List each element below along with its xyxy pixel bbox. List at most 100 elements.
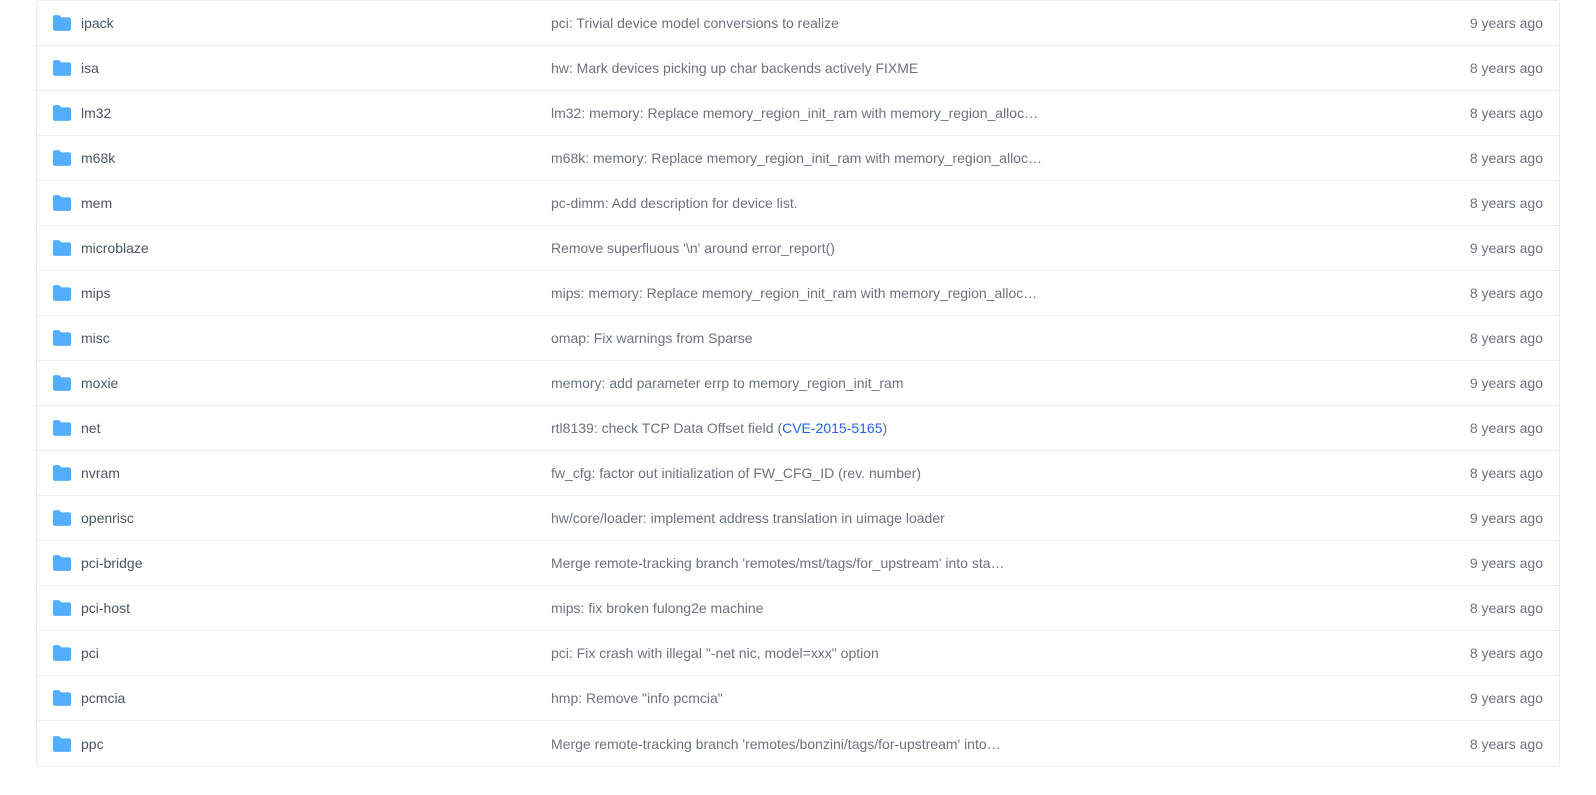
folder-icon-cell [53, 14, 81, 32]
folder-link[interactable]: pcmcia [81, 690, 125, 706]
table-row: openrisc hw/core/loader: implement addres… [37, 496, 1559, 541]
table-row: moxie memory: add parameter errp to memor… [37, 361, 1559, 406]
folder-icon [53, 239, 71, 257]
folder-icon-cell [53, 689, 81, 707]
commit-age: 8 years ago [1433, 600, 1543, 616]
commit-message-cell: pci: Fix crash with illegal "-net nic, m… [551, 645, 1433, 661]
commit-message-link[interactable]: Remove superfluous '\n' around error_rep… [551, 240, 835, 256]
folder-link[interactable]: openrisc [81, 510, 134, 526]
table-row: isa hw: Mark devices picking up char back… [37, 46, 1559, 91]
commit-message-link[interactable]: m68k: memory: Replace memory_region_init… [551, 150, 1042, 166]
folder-icon [53, 374, 71, 392]
table-row: microblaze Remove superfluous '\n' around… [37, 226, 1559, 271]
commit-message-link[interactable]: pci: Fix crash with illegal "-net nic, m… [551, 645, 879, 661]
folder-icon [53, 329, 71, 347]
file-name-cell: mips [81, 285, 551, 301]
commit-message-link[interactable]: pci: Trivial device model conversions to… [551, 15, 839, 31]
folder-icon [53, 689, 71, 707]
folder-icon-cell [53, 329, 81, 347]
folder-icon [53, 14, 71, 32]
folder-icon [53, 599, 71, 617]
folder-icon-cell [53, 599, 81, 617]
commit-message-link[interactable]: fw_cfg: factor out initialization of FW_… [551, 465, 921, 481]
folder-icon-cell [53, 644, 81, 662]
folder-link[interactable]: pci-host [81, 600, 130, 616]
commit-message-link[interactable]: Merge remote-tracking branch 'remotes/bo… [551, 736, 1001, 752]
folder-link[interactable]: pci [81, 645, 99, 661]
folder-link[interactable]: m68k [81, 150, 115, 166]
folder-icon [53, 464, 71, 482]
folder-icon-cell [53, 194, 81, 212]
file-name-cell: ppc [81, 736, 551, 752]
commit-message-cell: rtl8139: check TCP Data Offset field (CV… [551, 420, 1433, 436]
commit-age: 8 years ago [1433, 465, 1543, 481]
folder-icon-cell [53, 284, 81, 302]
file-name-cell: isa [81, 60, 551, 76]
commit-message-link[interactable]: hmp: Remove "info pcmcia" [551, 690, 723, 706]
commit-message-link[interactable]: lm32: memory: Replace memory_region_init… [551, 105, 1038, 121]
folder-link[interactable]: microblaze [81, 240, 149, 256]
folder-icon [53, 644, 71, 662]
commit-message-link[interactable]: mips: memory: Replace memory_region_init… [551, 285, 1037, 301]
commit-age: 8 years ago [1433, 420, 1543, 436]
folder-link[interactable]: mem [81, 195, 112, 211]
folder-icon-cell [53, 735, 81, 753]
commit-message-link[interactable]: Merge remote-tracking branch 'remotes/ms… [551, 555, 1005, 571]
file-name-cell: pci-bridge [81, 555, 551, 571]
folder-icon-cell [53, 149, 81, 167]
commit-message-cell: Remove superfluous '\n' around error_rep… [551, 240, 1433, 256]
commit-message-cell: pci: Trivial device model conversions to… [551, 15, 1433, 31]
commit-age: 8 years ago [1433, 105, 1543, 121]
folder-icon-cell [53, 464, 81, 482]
folder-link[interactable]: moxie [81, 375, 118, 391]
folder-link[interactable]: mips [81, 285, 111, 301]
commit-message-cell: mips: fix broken fulong2e machine [551, 600, 1433, 616]
commit-message-link[interactable]: mips: fix broken fulong2e machine [551, 600, 763, 616]
commit-age: 8 years ago [1433, 285, 1543, 301]
table-row: mips mips: memory: Replace memory_region_… [37, 271, 1559, 316]
commit-message-link[interactable]: omap: Fix warnings from Sparse [551, 330, 753, 346]
commit-age: 9 years ago [1433, 510, 1543, 526]
file-name-cell: misc [81, 330, 551, 346]
file-list: ipack pci: Trivial device model conversio… [36, 0, 1560, 767]
folder-icon-cell [53, 419, 81, 437]
folder-icon [53, 104, 71, 122]
file-name-cell: openrisc [81, 510, 551, 526]
commit-message-cell: hw: Mark devices picking up char backend… [551, 60, 1433, 76]
commit-message-cell: memory: add parameter errp to memory_reg… [551, 375, 1433, 391]
folder-link[interactable]: ipack [81, 15, 114, 31]
folder-link[interactable]: nvram [81, 465, 120, 481]
folder-link[interactable]: isa [81, 60, 99, 76]
commit-message-link[interactable]: hw: Mark devices picking up char backend… [551, 60, 918, 76]
folder-link[interactable]: net [81, 420, 100, 436]
folder-icon [53, 554, 71, 572]
file-name-cell: pci [81, 645, 551, 661]
table-row: m68k m68k: memory: Replace memory_region_… [37, 136, 1559, 181]
folder-icon-cell [53, 554, 81, 572]
commit-message-link[interactable]: pc-dimm: Add description for device list… [551, 195, 798, 211]
issue-link[interactable]: CVE-2015-5165 [782, 420, 882, 436]
commit-message-cell: hw/core/loader: implement address transl… [551, 510, 1433, 526]
folder-link[interactable]: ppc [81, 736, 104, 752]
table-row: misc omap: Fix warnings from Sparse 8 year… [37, 316, 1559, 361]
table-row: pci-host mips: fix broken fulong2e machin… [37, 586, 1559, 631]
commit-age: 9 years ago [1433, 375, 1543, 391]
folder-link[interactable]: misc [81, 330, 110, 346]
commit-message-cell: fw_cfg: factor out initialization of FW_… [551, 465, 1433, 481]
commit-age: 9 years ago [1433, 555, 1543, 571]
commit-message-cell: hmp: Remove "info pcmcia" [551, 690, 1433, 706]
folder-icon [53, 735, 71, 753]
folder-link[interactable]: pci-bridge [81, 555, 142, 571]
folder-icon [53, 194, 71, 212]
commit-age: 8 years ago [1433, 330, 1543, 346]
folder-link[interactable]: lm32 [81, 105, 111, 121]
commit-age: 8 years ago [1433, 645, 1543, 661]
commit-age: 9 years ago [1433, 690, 1543, 706]
commit-message-link[interactable]: rtl8139: check TCP Data Offset field (CV… [551, 420, 887, 436]
commit-message-link[interactable]: memory: add parameter errp to memory_reg… [551, 375, 903, 391]
commit-message-link[interactable]: hw/core/loader: implement address transl… [551, 510, 945, 526]
folder-icon [53, 284, 71, 302]
file-name-cell: pci-host [81, 600, 551, 616]
file-name-cell: microblaze [81, 240, 551, 256]
table-row: nvram fw_cfg: factor out initialization o… [37, 451, 1559, 496]
